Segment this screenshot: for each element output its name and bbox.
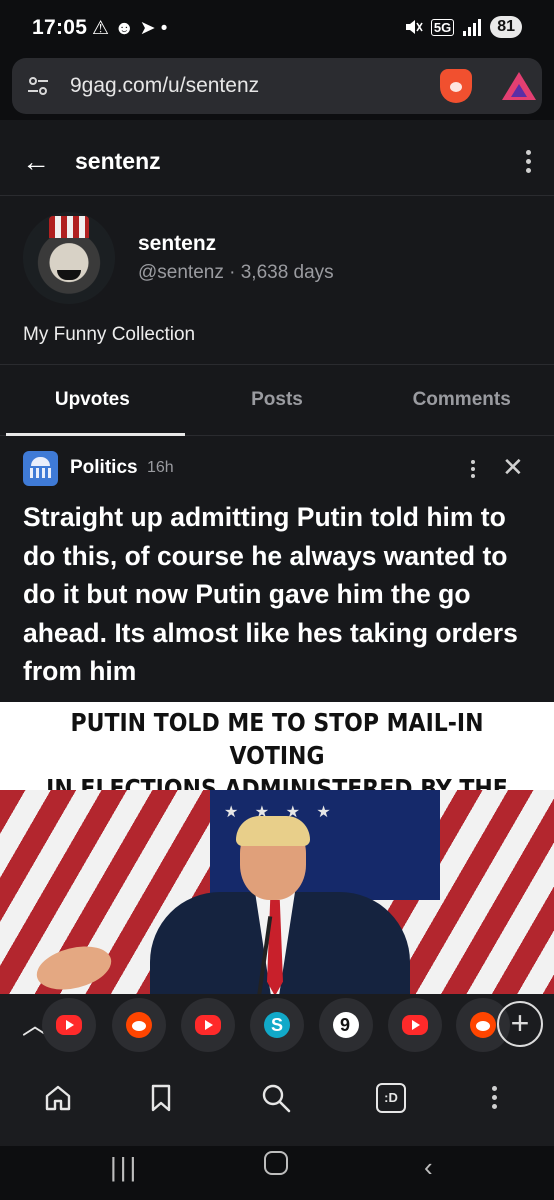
post-more-icon[interactable] — [471, 460, 475, 478]
browser-bottom-bar: :D — [0, 1056, 554, 1146]
brave-shields-icon[interactable] — [440, 69, 472, 103]
mute-icon — [405, 20, 423, 34]
brave-rewards-icon[interactable] — [502, 72, 536, 100]
menu-icon[interactable] — [492, 1086, 497, 1109]
site-settings-icon[interactable] — [26, 74, 50, 98]
avatar[interactable] — [23, 212, 115, 304]
home-button-icon[interactable] — [264, 1151, 288, 1175]
s-app-icon[interactable] — [250, 998, 304, 1052]
youtube-icon[interactable] — [181, 998, 235, 1052]
post-category[interactable]: Politics — [70, 457, 138, 479]
reddit-icon[interactable] — [112, 998, 166, 1052]
more-options-icon[interactable] — [526, 150, 531, 173]
status-time: 17:05 — [32, 16, 88, 39]
network-label: 5G — [430, 18, 455, 36]
tab-strip: ︿ + — [0, 994, 554, 1056]
bookmark-icon[interactable] — [145, 1082, 177, 1114]
head — [236, 816, 310, 900]
profile-meta: @sentenz · 3,638 days — [138, 262, 334, 283]
tab-posts[interactable]: Posts — [185, 365, 370, 435]
politics-section-icon[interactable] — [23, 451, 58, 486]
image-caption-line-1: PUTIN TOLD ME TO STOP MAIL-IN VOTING — [70, 708, 484, 770]
post-image[interactable]: PUTIN TOLD ME TO STOP MAIL-IN VOTING IN … — [0, 702, 554, 994]
battery-indicator: 81 — [490, 16, 522, 38]
profile-name: sentenz — [138, 232, 217, 255]
tab-comments[interactable]: Comments — [369, 365, 554, 435]
profile-bio: My Funny Collection — [23, 324, 196, 345]
youtube-icon[interactable] — [42, 998, 96, 1052]
page-header: ← sentenz — [0, 126, 554, 196]
9gag-icon[interactable] — [319, 998, 373, 1052]
new-tab-button[interactable]: + — [497, 1001, 543, 1047]
status-right: 5G 81 — [403, 16, 522, 38]
tab-upvotes[interactable]: Upvotes — [0, 365, 185, 436]
search-icon[interactable] — [260, 1082, 292, 1114]
page-title: sentenz — [75, 148, 161, 174]
home-icon[interactable] — [42, 1082, 74, 1114]
address-bar[interactable]: 9gag.com/u/sentenz — [12, 58, 542, 114]
profile-tabs: Upvotes Posts Comments — [0, 364, 554, 436]
recent-apps-icon[interactable]: ||| — [110, 1152, 139, 1183]
notification-icons: ⚠ ☻ ➤ • — [92, 18, 168, 39]
status-bar: 17:05 ⚠ ☻ ➤ • 5G 81 — [0, 0, 554, 56]
back-arrow-icon[interactable]: ← — [22, 148, 50, 176]
close-icon[interactable]: ✕ — [502, 454, 524, 480]
post-title[interactable]: Straight up admitting Putin told him to … — [23, 498, 538, 691]
url-text[interactable]: 9gag.com/u/sentenz — [70, 74, 259, 98]
youtube-icon[interactable] — [388, 998, 442, 1052]
post-time: 16h — [147, 459, 174, 476]
browser-toolbar: 9gag.com/u/sentenz — [0, 56, 554, 120]
signal-icon — [463, 19, 482, 36]
tabs-icon[interactable]: :D — [376, 1083, 406, 1113]
back-icon[interactable]: ‹ — [424, 1152, 433, 1183]
system-navigation-bar: ||| ‹ — [0, 1146, 554, 1200]
